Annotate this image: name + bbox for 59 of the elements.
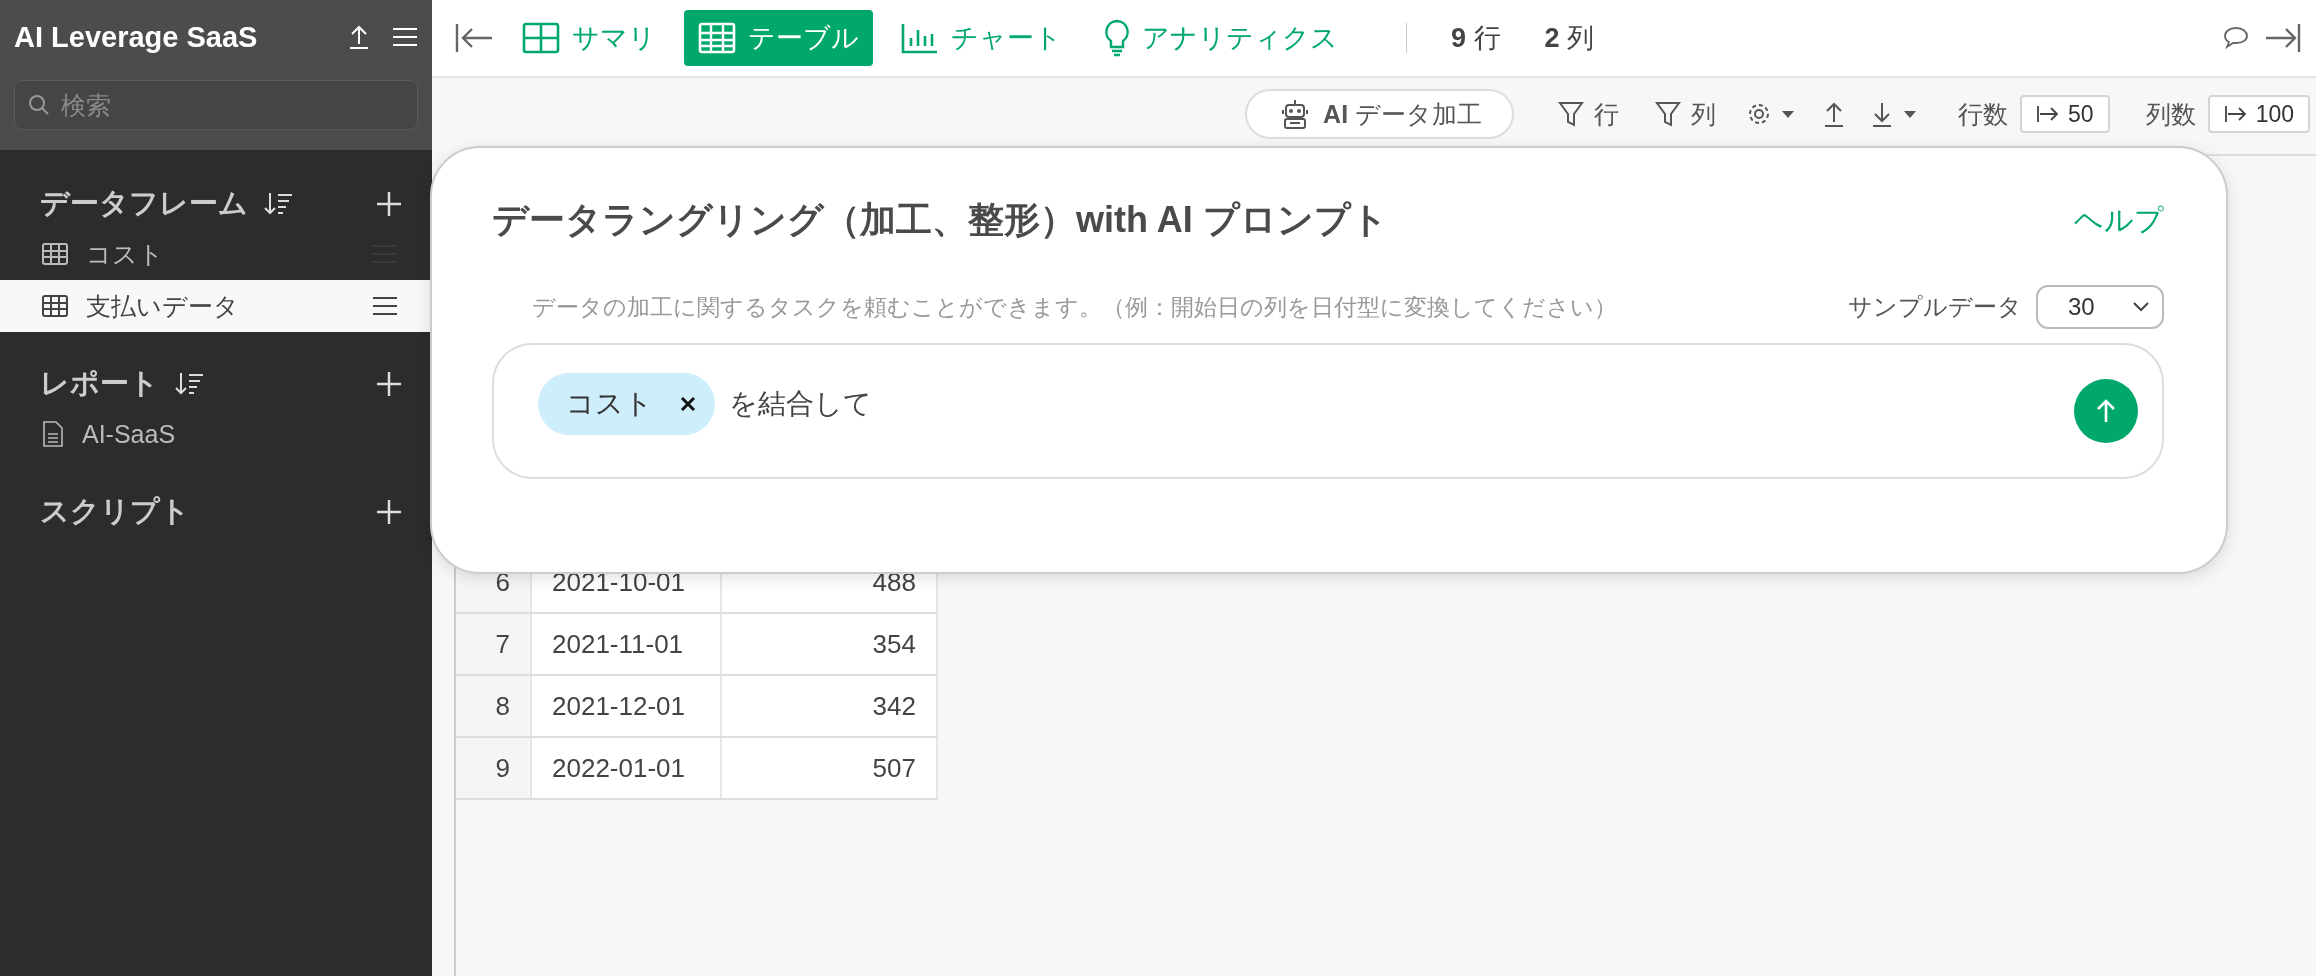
sidebar-item[interactable]: 支払いデータ bbox=[0, 280, 432, 332]
sample-data-label: サンプルデータ bbox=[1848, 292, 2022, 322]
count-label: 2 列 bbox=[1544, 22, 1595, 55]
arrow-to-icon bbox=[2036, 104, 2061, 124]
sample-size-dropdown[interactable]: 30 bbox=[2036, 285, 2164, 329]
document-icon bbox=[42, 421, 64, 447]
section-title: データフレーム bbox=[40, 186, 248, 221]
filter-icon bbox=[1558, 100, 1585, 128]
sidebar-item[interactable]: コスト bbox=[0, 228, 432, 280]
column-limit-field[interactable]: 100 bbox=[2207, 95, 2310, 133]
close-icon[interactable] bbox=[679, 395, 697, 413]
add-icon[interactable] bbox=[376, 191, 402, 217]
robot-icon bbox=[1281, 99, 1310, 129]
item-label: 支払いデータ bbox=[86, 290, 239, 322]
section-title: スクリプト bbox=[40, 494, 190, 529]
ai-data-processing-button[interactable]: AI データ加工 bbox=[1245, 89, 1515, 139]
table-cell: 354 bbox=[722, 614, 938, 674]
row-limit-label: 行数 bbox=[1958, 98, 2009, 130]
sidebar-item[interactable]: AI-SaaS bbox=[0, 408, 432, 460]
prompt-field[interactable]: コスト を結合して bbox=[492, 343, 2164, 479]
add-icon[interactable] bbox=[376, 371, 402, 397]
grid-icon bbox=[522, 22, 560, 54]
lightbulb-icon bbox=[1104, 19, 1130, 57]
table-cell: 2021-12-01 bbox=[532, 676, 722, 736]
collapse-sidebar-icon[interactable] bbox=[454, 22, 494, 54]
bar-chart-icon bbox=[901, 22, 939, 54]
sort-icon[interactable] bbox=[175, 371, 205, 397]
dialog-title: データラングリング（加工、整形）with AI プロンプト bbox=[492, 198, 1388, 242]
menu-icon[interactable] bbox=[392, 26, 418, 48]
comment-icon[interactable] bbox=[2222, 25, 2250, 51]
sort-icon[interactable] bbox=[264, 191, 294, 217]
item-label: AI-SaaS bbox=[82, 419, 176, 449]
search-icon bbox=[28, 94, 50, 116]
table-cell: 342 bbox=[722, 676, 938, 736]
column-limit-label: 列数 bbox=[2145, 98, 2196, 130]
item-label: コスト bbox=[86, 238, 164, 270]
collapse-panel-icon[interactable] bbox=[2264, 22, 2302, 54]
section-title: レポート bbox=[40, 366, 159, 401]
table-cell: 507 bbox=[722, 738, 938, 798]
chevron-down-icon bbox=[2132, 301, 2150, 313]
column-filter-button[interactable]: 列 bbox=[1649, 96, 1723, 132]
filter-icon bbox=[1655, 100, 1682, 128]
table-icon bbox=[42, 295, 68, 317]
search-field[interactable]: 検索 bbox=[14, 80, 418, 130]
add-icon[interactable] bbox=[376, 499, 402, 525]
table-cell: 2022-01-01 bbox=[532, 738, 722, 798]
table-cell: 2021-11-01 bbox=[532, 614, 722, 674]
upload-icon[interactable] bbox=[348, 24, 370, 50]
row-filter-button[interactable]: 行 bbox=[1552, 96, 1626, 132]
prompt-text: を結合して bbox=[729, 387, 872, 421]
chip-label: コスト bbox=[566, 387, 653, 421]
row-limit-field[interactable]: 50 bbox=[2020, 95, 2110, 133]
arrow-to-icon bbox=[2223, 104, 2248, 124]
count-label: 9 行 bbox=[1451, 22, 1501, 55]
project-title: AI Leverage SaaS bbox=[14, 20, 259, 54]
menu-icon[interactable] bbox=[372, 296, 398, 316]
table-icon bbox=[698, 22, 736, 54]
description-text: データの加工に関するタスクを頼むことができます。（例：開始日の列を日付型に変換してください） bbox=[532, 292, 1617, 322]
table-icon bbox=[42, 243, 68, 265]
